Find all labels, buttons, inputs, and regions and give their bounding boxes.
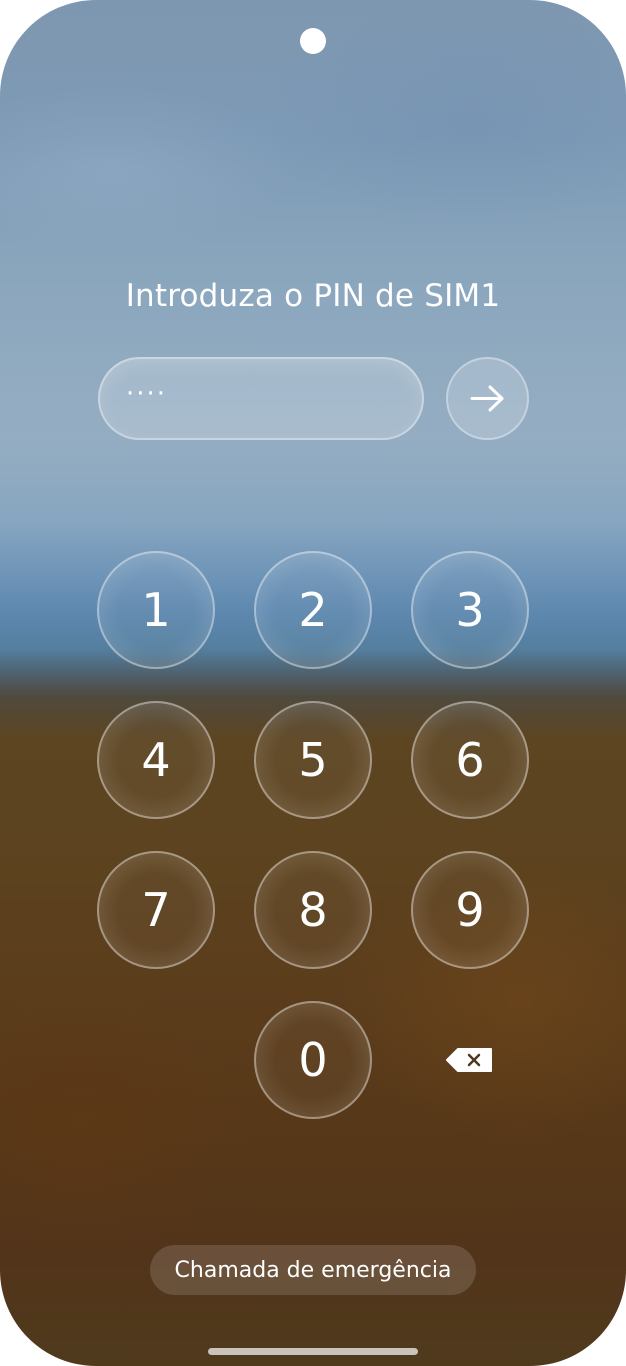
emergency-call-button[interactable]: Chamada de emergência	[150, 1245, 476, 1295]
key-6[interactable]: 6	[411, 701, 529, 819]
backspace-icon	[446, 1048, 492, 1072]
backspace-button[interactable]	[441, 1038, 499, 1082]
enter-button[interactable]	[446, 357, 529, 440]
key-1[interactable]: 1	[97, 551, 215, 669]
key-3[interactable]: 3	[411, 551, 529, 669]
key-9[interactable]: 9	[411, 851, 529, 969]
key-8[interactable]: 8	[254, 851, 372, 969]
pin-input[interactable]: ····	[98, 357, 424, 440]
key-5[interactable]: 5	[254, 701, 372, 819]
arrow-right-icon	[470, 385, 504, 412]
pin-prompt-title: Introduza o PIN de SIM1	[125, 278, 501, 314]
key-2[interactable]: 2	[254, 551, 372, 669]
key-0[interactable]: 0	[254, 1001, 372, 1119]
front-camera	[300, 28, 326, 54]
phone-screen: Introduza o PIN de SIM1 ···· 1 2 3 4 5 6…	[0, 0, 626, 1366]
pin-masked-value: ····	[126, 379, 168, 409]
home-indicator[interactable]	[208, 1348, 418, 1355]
key-7[interactable]: 7	[97, 851, 215, 969]
key-4[interactable]: 4	[97, 701, 215, 819]
